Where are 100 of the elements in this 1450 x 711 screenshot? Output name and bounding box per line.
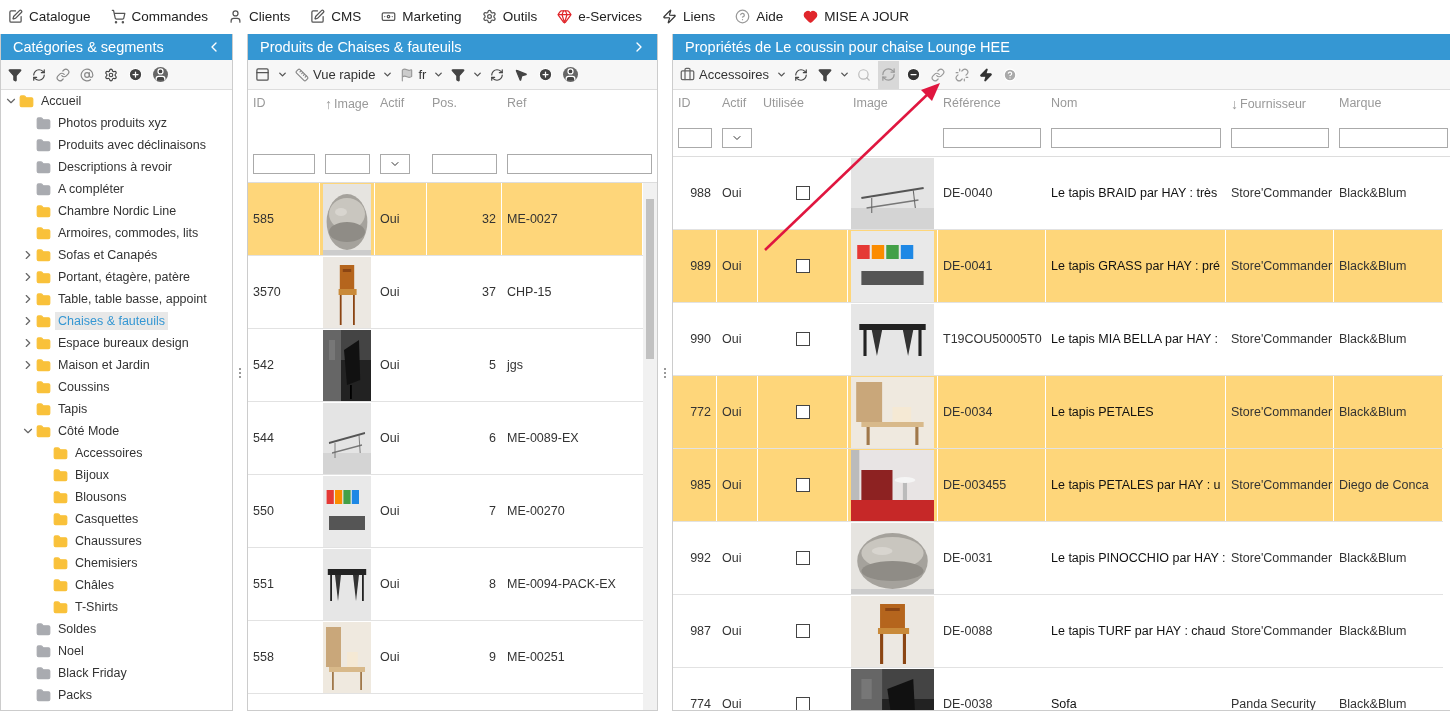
property-row[interactable]: 988 Oui DE-0040 Le tapis BRAID par HAY : très Store'Commander Black&Blum [673, 157, 1443, 230]
category-item[interactable]: Produits avec déclinaisons [55, 136, 209, 154]
menu-item[interactable]: Catalogue [8, 8, 91, 24]
product-row[interactable]: 544 Oui 6 ME-0089-EX [248, 402, 643, 475]
filter-field[interactable] [678, 128, 712, 148]
splitter-handle[interactable] [664, 367, 666, 378]
property-row[interactable]: 772 Oui DE-0034 Le tapis PETALES Store'Commander Black&Blum [673, 376, 1443, 449]
table-cell: 8 [489, 577, 496, 591]
category-item[interactable]: Table, table basse, appoint [55, 290, 210, 308]
category-item[interactable]: Espace bureaux design [55, 334, 192, 352]
menu-item[interactable]: MISE A JOUR [803, 8, 910, 24]
filter-field[interactable] [1231, 128, 1329, 148]
category-item[interactable]: Tapis [55, 400, 91, 418]
minus-circle-icon [906, 67, 922, 82]
property-row[interactable]: 992 Oui DE-0031 Le tapis PINOCCHIO par HAY : Store'Commander Black&Blum [673, 522, 1443, 595]
dropdown-caret-icon[interactable] [839, 69, 851, 80]
used-checkbox[interactable] [795, 259, 810, 273]
property-row[interactable]: 987 Oui DE-0088 Le tapis TURF par HAY : chaud Store'Commander Black&Blum [673, 595, 1443, 668]
language-button[interactable]: fr [397, 60, 430, 89]
menu-item[interactable]: CMS [310, 8, 362, 24]
table-cell: Oui [722, 551, 742, 565]
panel-title: Produits de Chaises & fauteuils [260, 39, 462, 55]
menu-item[interactable]: Outils [481, 8, 538, 24]
category-button[interactable]: Accessoires [677, 60, 773, 89]
table-cell: 6 [489, 431, 496, 445]
category-item[interactable]: Armoires, commodes, lits [55, 224, 202, 242]
category-item[interactable]: Portant, étagère, patère [55, 268, 194, 286]
refresh-icon [490, 67, 505, 82]
table-cell: Black&Blum [1339, 551, 1407, 565]
product-row[interactable]: 551 Oui 8 ME-0094-PACK-EX [248, 548, 643, 621]
filter-field[interactable] [1339, 128, 1448, 148]
category-item[interactable]: Bijoux [72, 466, 113, 484]
used-checkbox[interactable] [795, 478, 810, 492]
category-item[interactable]: Coussins [55, 378, 113, 396]
used-checkbox[interactable] [795, 405, 810, 419]
table-cell: 544 [253, 431, 274, 445]
table-cell: Oui [722, 478, 742, 492]
table-cell: ME-0089-EX [507, 431, 579, 445]
category-item[interactable]: Maison et Jardin [55, 356, 153, 374]
scroll-thumb[interactable] [646, 199, 654, 359]
table-cell: 987 [690, 624, 711, 638]
used-checkbox[interactable] [795, 332, 810, 346]
category-item[interactable]: Blousons [72, 488, 130, 506]
table-cell: DE-0041 [943, 259, 993, 273]
filter-field[interactable] [253, 154, 315, 174]
category-item[interactable]: Chaussures [72, 532, 145, 550]
table-cell: Store'Commander [1231, 259, 1333, 273]
filter-field[interactable] [507, 154, 652, 174]
product-row[interactable]: 3570 Oui 37 CHP-15 [248, 256, 643, 329]
dropdown-caret-icon[interactable] [382, 69, 394, 80]
dropdown-caret-icon[interactable] [277, 69, 288, 80]
product-row[interactable]: 550 Oui 7 ME-00270 [248, 475, 643, 548]
menu-item[interactable]: Clients [228, 8, 291, 24]
menu-item[interactable]: Liens [661, 8, 716, 24]
category-item[interactable]: Soldes [55, 620, 100, 638]
category-item[interactable]: Accessoires [72, 444, 146, 462]
category-item[interactable]: Casquettes [72, 510, 142, 528]
table-cell: Black&Blum [1339, 697, 1407, 710]
category-item[interactable]: Black Friday [55, 664, 130, 682]
category-item[interactable]: Chemisiers [72, 554, 141, 572]
table-cell: jgs [507, 358, 523, 372]
dropdown-caret-icon[interactable] [776, 69, 788, 80]
product-row[interactable]: 558 Oui 9 ME-00251 [248, 621, 643, 694]
menu-item[interactable]: Commandes [110, 8, 209, 24]
product-row[interactable]: 542 Oui 5 jgs [248, 329, 643, 402]
category-item[interactable]: Chambre Nordic Line [55, 202, 180, 220]
menu-item[interactable]: e-Services [557, 8, 642, 24]
scrollbar[interactable] [643, 183, 657, 710]
used-checkbox[interactable] [795, 186, 810, 200]
category-item[interactable]: T-Shirts [72, 598, 122, 616]
property-row[interactable]: 990 Oui T19COU50005T0 Le tapis MIA BELLA par HAY : Store'Commander Black&Blum [673, 303, 1443, 376]
used-checkbox[interactable] [795, 697, 810, 710]
category-item[interactable]: A compléter [55, 180, 127, 198]
category-item[interactable]: Packs [55, 686, 96, 704]
table-cell: 3570 [253, 285, 281, 299]
table-cell: Black&Blum [1339, 332, 1407, 346]
filter-field[interactable] [1051, 128, 1221, 148]
category-item[interactable]: Sofas et Canapés [55, 246, 161, 264]
table-cell: DE-0038 [943, 697, 993, 710]
table-cell: 7 [489, 504, 496, 518]
filter-field[interactable] [432, 154, 497, 174]
category-item[interactable]: Côté Mode [55, 422, 123, 440]
filter-field[interactable] [325, 154, 370, 174]
category-item[interactable]: Accueil [38, 92, 85, 110]
category-item[interactable]: Noel [55, 642, 87, 660]
used-checkbox[interactable] [795, 624, 810, 638]
view-button[interactable]: Vue rapide [292, 60, 379, 89]
property-row[interactable]: 985 Oui DE-003455 Le tapis PETALES par HAY : u Store'Commander Diego de Conca [673, 449, 1443, 522]
menu-item[interactable]: Marketing [381, 8, 462, 24]
category-item[interactable]: Châles [72, 576, 117, 594]
dropdown-caret-icon[interactable] [433, 69, 445, 80]
category-item[interactable]: Descriptions à revoir [55, 158, 175, 176]
property-row[interactable]: 989 Oui DE-0041 Le tapis GRASS par HAY : pré Store'Commander Black&Blum [673, 230, 1443, 303]
menu-item[interactable]: Aide [735, 8, 784, 24]
splitter-handle[interactable] [239, 367, 241, 378]
category-item[interactable]: Photos produits xyz [55, 114, 171, 132]
dropdown-caret-icon[interactable] [472, 69, 484, 80]
filter-field[interactable] [943, 128, 1041, 148]
used-checkbox[interactable] [795, 551, 810, 565]
product-row[interactable]: 585 Oui 32 ME-0027 [248, 183, 643, 256]
